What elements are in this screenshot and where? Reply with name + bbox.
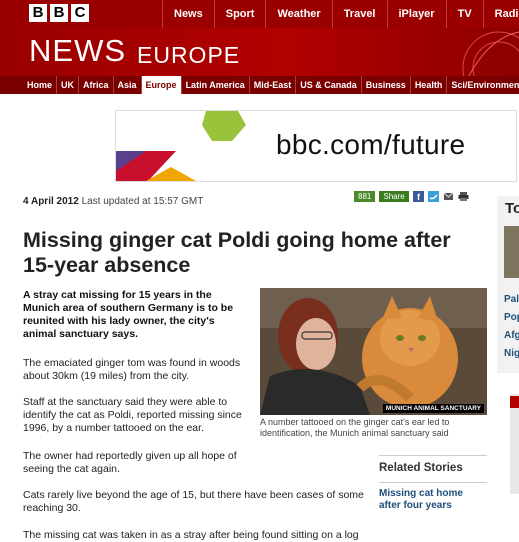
related-link[interactable]: Missing cat home after four years xyxy=(379,488,487,512)
topnav-sport[interactable]: Sport xyxy=(213,0,266,28)
topnav-iplayer[interactable]: iPlayer xyxy=(386,0,446,28)
article-paragraph: Staff at the sanctuary said they were ab… xyxy=(23,396,242,434)
topnav-radio[interactable]: Radio xyxy=(482,0,519,28)
share-count: 881 xyxy=(354,191,376,202)
news-masthead: NEWS EUROPE xyxy=(0,28,519,76)
secnav-health[interactable]: Health xyxy=(411,76,448,94)
bbc-top-bar: B B C News Sport Weather Travel iPlayer … xyxy=(0,0,519,28)
article-paragraph: The missing cat was taken in as a stray … xyxy=(23,529,359,541)
secnav-sci-environment[interactable]: Sci/Environment xyxy=(447,76,519,94)
related-heading: Related Stories xyxy=(379,462,463,474)
article-headline: Missing ginger cat Poldi going home afte… xyxy=(23,228,451,277)
facebook-icon[interactable]: f xyxy=(412,191,424,202)
photo-credit: MUNICH ANIMAL SANCTUARY xyxy=(382,404,484,413)
secnav-business[interactable]: Business xyxy=(362,76,411,94)
twitter-icon[interactable] xyxy=(427,191,439,202)
secnav-us-canada[interactable]: US & Canada xyxy=(296,76,362,94)
masthead-section: EUROPE xyxy=(137,42,241,68)
article-paragraph: The owner had reportedly given up all ho… xyxy=(23,450,237,475)
sidebar-link[interactable]: Pop xyxy=(504,312,519,323)
article-updated: Last updated at 15:57 GMT xyxy=(81,196,204,207)
banner-shapes-graphic xyxy=(116,111,246,181)
article-photo[interactable]: MUNICH ANIMAL SANCTUARY xyxy=(260,288,487,415)
logo-letter: B xyxy=(29,4,47,22)
sidebar-link[interactable]: Pal xyxy=(504,294,519,305)
top-navigation: News Sport Weather Travel iPlayer TV Rad… xyxy=(162,0,519,28)
masthead-globe-graphic xyxy=(462,31,519,76)
bbc-logo[interactable]: B B C xyxy=(29,4,89,22)
article-dateline: 4 April 2012 Last updated at 15:57 GMT xyxy=(23,196,203,207)
woman-holding-cat-image xyxy=(260,288,487,415)
secnav-asia[interactable]: Asia xyxy=(114,76,142,94)
email-icon[interactable] xyxy=(443,191,454,202)
secnav-uk[interactable]: UK xyxy=(57,76,80,94)
secnav-mid-east[interactable]: Mid-East xyxy=(250,76,297,94)
photo-caption: A number tattooed on the ginger cat's ea… xyxy=(260,417,450,438)
share-tools: 881 Share f xyxy=(354,191,469,202)
article-date: 4 April 2012 xyxy=(23,196,79,207)
secnav-europe[interactable]: Europe xyxy=(141,76,182,94)
logo-letter: C xyxy=(71,4,89,22)
share-button[interactable]: Share xyxy=(379,191,409,202)
banner-url: bbc.com/future xyxy=(276,129,466,160)
topnav-news[interactable]: News xyxy=(162,0,214,28)
topnav-tv[interactable]: TV xyxy=(445,0,483,28)
section-navigation: Home UK Africa Asia Europe Latin America… xyxy=(0,76,519,94)
ad-banner[interactable]: bbc.com/future xyxy=(115,110,517,182)
sidebar-link[interactable]: Nig xyxy=(504,348,519,359)
sidebar-title: To xyxy=(505,200,519,217)
secnav-latin-america[interactable]: Latin America xyxy=(182,76,250,94)
secnav-home[interactable]: Home xyxy=(23,76,58,94)
print-icon[interactable] xyxy=(458,191,469,202)
masthead-title[interactable]: NEWS xyxy=(29,33,126,69)
related-stories: Related Stories Missing cat home after f… xyxy=(379,455,487,512)
topnav-travel[interactable]: Travel xyxy=(331,0,387,28)
sidebar-marker xyxy=(510,396,519,408)
article-paragraph: The emaciated ginger tom was found in wo… xyxy=(23,357,241,382)
sidebar-secondary-box xyxy=(510,394,519,494)
article-intro: A stray cat missing for 15 years in the … xyxy=(23,289,234,340)
logo-letter: B xyxy=(50,4,68,22)
secnav-africa[interactable]: Africa xyxy=(79,76,114,94)
topnav-weather[interactable]: Weather xyxy=(265,0,331,28)
sidebar-thumbnail[interactable] xyxy=(504,226,519,278)
top-stories-sidebar: To Pal Pop Afg Nig xyxy=(497,196,519,373)
sidebar-link[interactable]: Afg xyxy=(504,330,519,341)
article-paragraph: Cats rarely live beyond the age of 15, b… xyxy=(23,489,364,514)
related-divider xyxy=(379,482,487,483)
